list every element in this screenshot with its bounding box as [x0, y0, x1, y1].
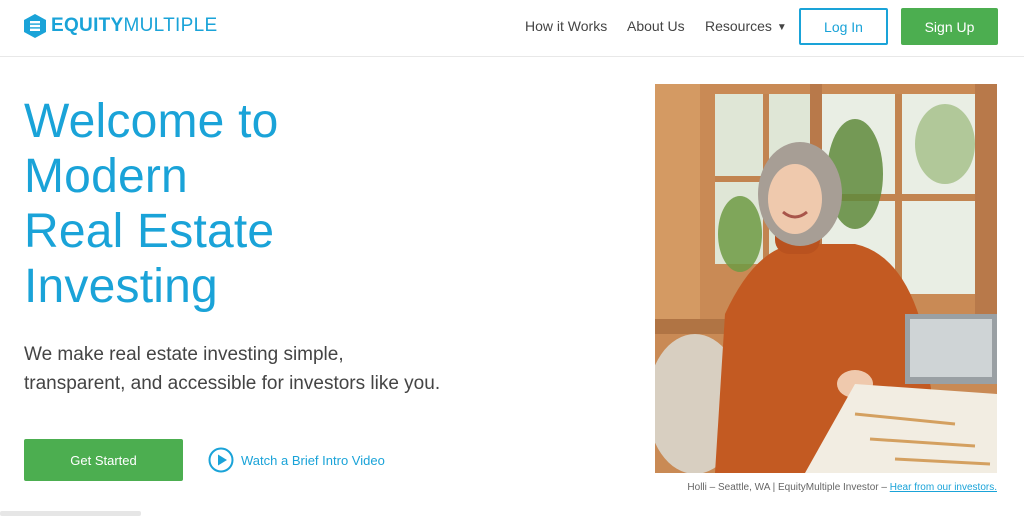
investor-photo-illustration — [655, 84, 997, 473]
login-button[interactable]: Log In — [799, 8, 888, 45]
page-scrollbar[interactable] — [0, 511, 141, 516]
intro-video-link[interactable]: Watch a Brief Intro Video — [208, 447, 385, 473]
brand-name-light: MULTIPLE — [123, 15, 218, 36]
logo-mark-icon — [24, 14, 46, 38]
nav-about-us[interactable]: About Us — [627, 18, 685, 34]
photo-caption-text: Holli – Seattle, WA | EquityMultiple Inv… — [687, 482, 890, 493]
signup-button[interactable]: Sign Up — [901, 8, 998, 45]
hero-subtitle-line: We make real estate investing simple, — [24, 344, 344, 365]
hero-subtitle: We make real estate investing simple, tr… — [24, 340, 494, 398]
nav-resources[interactable]: Resources ▼ — [705, 18, 787, 34]
site-header: EQUITYMULTIPLE How it Works About Us Res… — [0, 0, 1024, 57]
play-circle-icon — [208, 447, 234, 473]
hero-title-line: Investing — [24, 260, 218, 313]
nav-resources-label: Resources — [705, 18, 772, 34]
hear-from-investors-link[interactable]: Hear from our investors. — [890, 482, 997, 493]
brand-name: EQUITYMULTIPLE — [51, 15, 217, 37]
photo-caption: Holli – Seattle, WA | EquityMultiple Inv… — [540, 482, 997, 493]
hero-title: Welcome to Modern Real Estate Investing — [24, 94, 444, 314]
brand-logo[interactable]: EQUITYMULTIPLE — [24, 13, 217, 39]
brand-name-bold: EQUITY — [51, 15, 124, 36]
get-started-button[interactable]: Get Started — [24, 439, 183, 481]
hero-title-line: Modern — [24, 150, 188, 203]
hero-title-line: Welcome to — [24, 95, 279, 148]
intro-video-label: Watch a Brief Intro Video — [241, 452, 385, 468]
nav-how-it-works[interactable]: How it Works — [525, 18, 607, 34]
hero-subtitle-line: transparent, and accessible for investor… — [24, 373, 441, 394]
caret-down-icon: ▼ — [776, 22, 787, 33]
investor-photo — [655, 84, 997, 473]
hero-title-line: Real Estate — [24, 205, 275, 258]
